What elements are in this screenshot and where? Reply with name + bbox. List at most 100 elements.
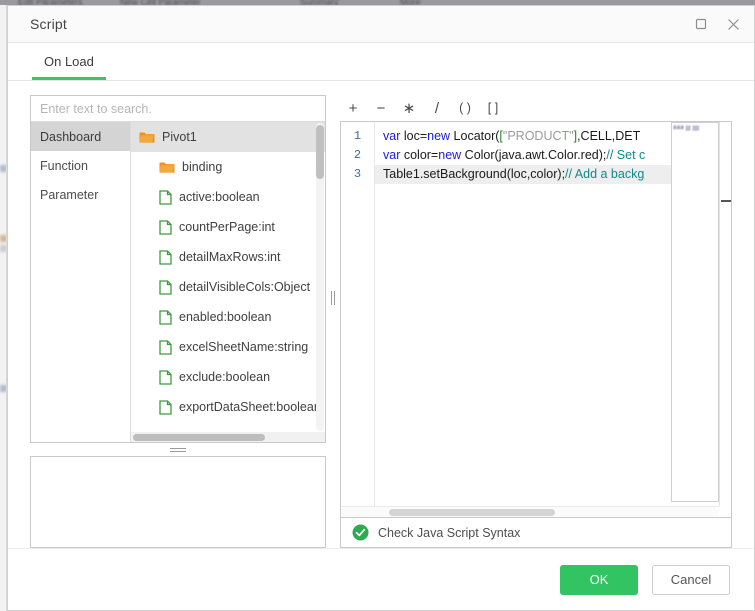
cancel-button-label: Cancel bbox=[671, 572, 711, 587]
tree-node[interactable]: active:boolean bbox=[131, 182, 325, 212]
tree-node[interactable]: countPerPage:int bbox=[131, 212, 325, 242]
code-token: loc= bbox=[404, 129, 427, 143]
tree-node-label: active:boolean bbox=[179, 190, 260, 204]
operator-brackets-button[interactable]: [ ] bbox=[480, 97, 506, 119]
file-icon bbox=[159, 220, 172, 235]
tree-node-label: exclude:boolean bbox=[179, 370, 270, 384]
code-token: Table1.setBackground(loc,color); bbox=[383, 167, 565, 181]
tab-on-load[interactable]: On Load bbox=[30, 43, 108, 80]
maximize-icon[interactable] bbox=[692, 15, 710, 33]
operator-minus-button[interactable]: − bbox=[368, 97, 394, 119]
tree-node[interactable]: detailMaxRows:int bbox=[131, 242, 325, 272]
object-tree-scroll-content: Pivot1 binding bbox=[131, 122, 325, 432]
ok-button[interactable]: OK bbox=[560, 565, 638, 595]
object-tree: Pivot1 binding bbox=[131, 122, 325, 442]
tree-node-label: countPerPage:int bbox=[179, 220, 275, 234]
tree-vertical-scrollbar[interactable] bbox=[316, 123, 324, 431]
operator-label: / bbox=[435, 100, 439, 117]
vertical-splitter-handle[interactable] bbox=[326, 95, 340, 548]
tree-node[interactable]: exclude:boolean bbox=[131, 362, 325, 392]
search-input[interactable] bbox=[31, 96, 325, 121]
file-icon bbox=[159, 190, 172, 205]
code-token: var bbox=[383, 148, 404, 162]
sidebar-item-parameter[interactable]: Parameter bbox=[31, 180, 130, 209]
code-token: // Set c bbox=[606, 148, 645, 162]
editor-scroll-marker bbox=[721, 200, 731, 202]
tree-horizontal-scrollbar[interactable] bbox=[131, 432, 325, 442]
tree-node[interactable]: excelSheetName:string bbox=[131, 332, 325, 362]
tree-horizontal-scrollbar-thumb[interactable] bbox=[133, 434, 265, 441]
file-icon bbox=[159, 370, 172, 385]
tree-node-label: excelSheetName:string bbox=[179, 340, 308, 354]
object-browser-panel: Dashboard Function Parameter bbox=[30, 95, 326, 443]
horizontal-splitter-handle[interactable] bbox=[30, 443, 326, 456]
tree-vertical-scrollbar-thumb[interactable] bbox=[316, 125, 324, 179]
tree-node-label: enabled:boolean bbox=[179, 310, 271, 324]
editor-vertical-scrollbar[interactable] bbox=[719, 122, 731, 506]
editor-horizontal-scrollbar[interactable] bbox=[341, 506, 719, 517]
syntax-check-row[interactable]: Check Java Script Syntax bbox=[340, 518, 732, 548]
dialog-footer: OK Cancel bbox=[8, 548, 754, 610]
tree-node-label: Pivot1 bbox=[162, 130, 197, 144]
sidebar-item-function[interactable]: Function bbox=[31, 151, 130, 180]
line-number-gutter: 1 2 3 bbox=[341, 122, 375, 517]
code-token: new bbox=[427, 129, 450, 143]
code-token: ,CELL,DET bbox=[577, 129, 640, 143]
dialog-tabstrip: On Load bbox=[8, 43, 754, 81]
code-token: Color(java.awt.Color.red); bbox=[461, 148, 606, 162]
line-number: 3 bbox=[341, 165, 374, 184]
code-token: "PRODUCT" bbox=[503, 129, 574, 143]
tree-node-label: binding bbox=[182, 160, 222, 174]
operator-label: [ ] bbox=[488, 101, 498, 115]
operator-divide-button[interactable]: / bbox=[424, 97, 450, 119]
tree-node[interactable]: exportDataSheet:boolean bbox=[131, 392, 325, 422]
tree-node-label: detailMaxRows:int bbox=[179, 250, 280, 264]
description-panel bbox=[30, 456, 326, 548]
tree-node[interactable]: detailVisibleCols:Object bbox=[131, 272, 325, 302]
tree-node[interactable]: binding bbox=[131, 152, 325, 182]
syntax-check-label: Check Java Script Syntax bbox=[378, 526, 520, 540]
right-column: + − ∗ / ( ) [ ] bbox=[340, 95, 732, 548]
operator-plus-button[interactable]: + bbox=[340, 97, 366, 119]
operator-label: + bbox=[349, 100, 358, 117]
file-icon bbox=[159, 400, 172, 415]
file-icon bbox=[159, 340, 172, 355]
tab-label: On Load bbox=[44, 54, 94, 69]
dialog-body: Dashboard Function Parameter bbox=[8, 81, 754, 548]
tree-node[interactable]: enabled:boolean bbox=[131, 302, 325, 332]
category-label: Function bbox=[40, 159, 88, 173]
browser-main: Dashboard Function Parameter bbox=[31, 122, 325, 442]
autocomplete-popup-header: aaa jjj jjjj bbox=[672, 123, 718, 134]
tree-node-label: detailVisibleCols:Object bbox=[179, 280, 310, 294]
code-token: var bbox=[383, 129, 404, 143]
check-circle-icon bbox=[352, 524, 369, 541]
code-token: // Add a backg bbox=[565, 167, 644, 181]
script-dialog: Script On Load bbox=[7, 5, 755, 611]
code-token: new bbox=[438, 148, 461, 162]
category-label: Dashboard bbox=[40, 130, 101, 144]
autocomplete-popup[interactable]: aaa jjj jjjj bbox=[671, 122, 719, 502]
file-icon bbox=[159, 250, 172, 265]
left-column: Dashboard Function Parameter bbox=[30, 95, 326, 548]
category-list: Dashboard Function Parameter bbox=[31, 122, 131, 442]
close-icon[interactable] bbox=[724, 15, 742, 33]
operator-toolbar: + − ∗ / ( ) [ ] bbox=[340, 95, 732, 121]
tree-node[interactable]: Pivot1 bbox=[131, 122, 325, 152]
ok-button-label: OK bbox=[590, 572, 609, 587]
code-editor-area[interactable]: 1 2 3 var loc=new Locator(["PRODUCT"],CE… bbox=[341, 122, 731, 517]
code-editor: 1 2 3 var loc=new Locator(["PRODUCT"],CE… bbox=[340, 121, 732, 518]
dialog-title: Script bbox=[30, 16, 67, 32]
cancel-button[interactable]: Cancel bbox=[652, 565, 730, 595]
operator-label: ( ) bbox=[459, 101, 471, 115]
sidebar-item-dashboard[interactable]: Dashboard bbox=[31, 122, 130, 151]
folder-icon bbox=[159, 160, 175, 174]
file-icon bbox=[159, 310, 172, 325]
background-left-panel-sliver bbox=[0, 5, 7, 611]
operator-parentheses-button[interactable]: ( ) bbox=[452, 97, 478, 119]
editor-horizontal-scrollbar-thumb[interactable] bbox=[389, 509, 555, 516]
operator-multiply-button[interactable]: ∗ bbox=[396, 97, 422, 119]
code-token: Locator( bbox=[450, 129, 499, 143]
splitter-grip-icon bbox=[331, 291, 335, 305]
line-number: 1 bbox=[341, 127, 374, 146]
code-token: color= bbox=[404, 148, 438, 162]
